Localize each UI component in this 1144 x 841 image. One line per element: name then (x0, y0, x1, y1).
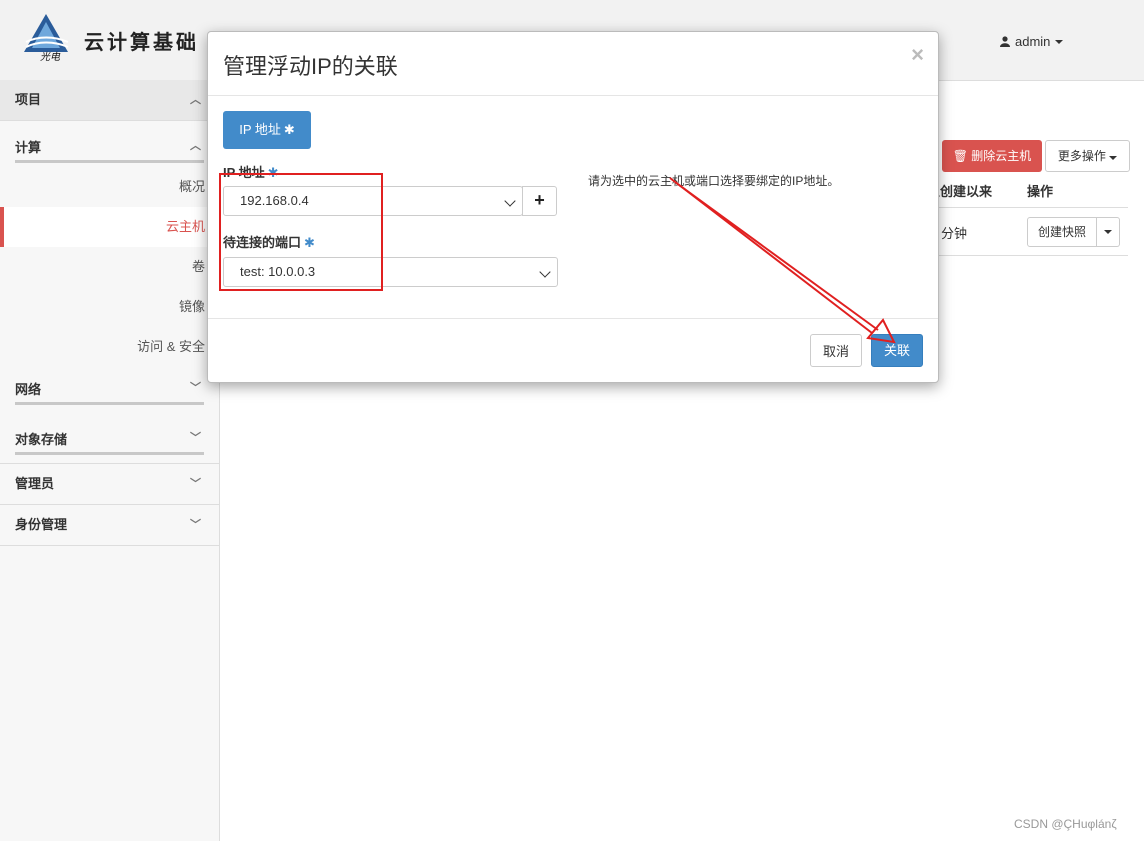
watermark: CSDN @ÇHuφlánζ (1014, 817, 1117, 831)
allocate-ip-plus-button[interactable]: + (522, 186, 557, 216)
svg-text:光电: 光电 (40, 51, 61, 62)
sidebar-item-instances[interactable]: 云主机 (0, 207, 219, 247)
user-icon (1000, 36, 1010, 47)
actions-dropdown-toggle[interactable] (1097, 217, 1121, 247)
divider (15, 402, 204, 405)
sidebar-section-label: 身份管理 (15, 517, 68, 532)
close-icon[interactable]: × (911, 42, 924, 68)
snapshot-button-group: 创建快照 (1027, 217, 1121, 247)
sidebar-item-overview[interactable]: 概况 (0, 167, 219, 207)
create-snapshot-button[interactable]: 创建快照 (1027, 217, 1098, 247)
ip-address-value: 192.168.0.4 (240, 193, 309, 208)
required-icon: ✱ (304, 235, 315, 250)
ip-address-label: IP 地址 ✱ (223, 162, 279, 181)
delete-instance-label: 删除云主机 (971, 149, 1032, 163)
sidebar-section-admin[interactable]: 管理员 ﹀ (0, 463, 219, 505)
user-name: admin (1015, 34, 1051, 49)
ip-address-select[interactable]: 192.168.0.4 (223, 186, 523, 216)
ip-address-label-text: IP 地址 (223, 165, 265, 180)
chevron-down-icon (1104, 230, 1113, 234)
chevron-down-icon (539, 266, 551, 278)
table-cell-created: 分钟 (941, 226, 968, 241)
sidebar-section-label: 项目 (15, 92, 42, 107)
sidebar-section-label: 对象存储 (15, 432, 68, 447)
port-label-text: 待连接的端口 (223, 235, 302, 250)
sidebar-section-label: 计算 (15, 140, 42, 155)
chevron-down-icon (1109, 156, 1118, 160)
chevron-down-icon: ﹀ (190, 432, 201, 444)
modal-header-divider (208, 95, 938, 96)
divider (15, 452, 204, 455)
sidebar-section-label: 网络 (15, 382, 42, 397)
sidebar-item-label: 卷 (191, 259, 205, 274)
table-divider (937, 255, 1128, 256)
sidebar-section-identity[interactable]: 身份管理 ﹀ (0, 505, 219, 546)
column-header-actions: 操作 (1027, 184, 1054, 199)
associate-floating-ip-modal: 管理浮动IP的关联 × IP 地址 ✱ IP 地址 ✱ 192.168.0.4 + … (207, 31, 939, 383)
sidebar-item-label: 镜像 (178, 299, 205, 314)
sidebar-item-volumes[interactable]: 卷 (0, 247, 219, 287)
required-icon: ✱ (283, 122, 295, 137)
trash-icon: 🗑 (952, 149, 968, 163)
sidebar-section-label: 管理员 (15, 476, 55, 491)
app-title: 云计算基础 (84, 30, 199, 54)
sidebar-section-network[interactable]: 网络 ﹀ (0, 367, 219, 413)
chevron-down-icon (1055, 39, 1064, 44)
chevron-down-icon: ﹀ (190, 382, 201, 394)
modal-footer-divider (208, 318, 938, 319)
sidebar-item-images[interactable]: 镜像 (0, 287, 219, 327)
port-value: test: 10.0.0.3 (240, 264, 316, 279)
sidebar-item-label: 概况 (178, 179, 205, 194)
chevron-down-icon: ﹀ (190, 519, 201, 531)
port-select[interactable]: test: 10.0.0.3 (223, 257, 558, 287)
help-text: 请为选中的云主机或端口选择要绑定的IP地址。 (588, 174, 840, 188)
modal-title: 管理浮动IP的关联 (223, 54, 398, 79)
tab-label: IP 地址 (239, 122, 281, 137)
sidebar-item-label: 访问 & 安全 (137, 339, 205, 354)
cancel-button[interactable]: 取消 (810, 334, 862, 367)
sidebar-item-label: 云主机 (165, 219, 205, 234)
sidebar: 项目 ︿ 计算 ︿ 概况 云主机 卷 镜像 访问 & 安全 网络 ﹀ 对象存储 … (0, 80, 220, 841)
more-actions-label: 更多操作 (1057, 149, 1106, 163)
sidebar-section-object-storage[interactable]: 对象存储 ﹀ (0, 413, 219, 463)
sidebar-item-access-security[interactable]: 访问 & 安全 (0, 327, 219, 367)
sidebar-section-compute[interactable]: 计算 ︿ (0, 121, 219, 167)
chevron-up-icon: ︿ (190, 140, 201, 152)
associate-button[interactable]: 关联 (871, 334, 923, 367)
tab-ip-address[interactable]: IP 地址 ✱ (223, 111, 311, 149)
more-actions-button[interactable]: 更多操作 (1045, 140, 1130, 172)
sidebar-section-project[interactable]: 项目 ︿ (0, 80, 219, 121)
user-menu[interactable]: admin (1000, 34, 1064, 49)
logo-icon: 光电 (24, 14, 69, 62)
divider (15, 160, 204, 163)
chevron-down-icon (504, 195, 516, 207)
chevron-up-icon: ︿ (190, 94, 201, 106)
port-label: 待连接的端口 ✱ (223, 232, 315, 251)
table-divider (937, 207, 1128, 208)
required-icon: ✱ (267, 165, 279, 180)
chevron-down-icon: ﹀ (190, 478, 201, 490)
delete-instance-button[interactable]: 🗑 删除云主机 (942, 140, 1042, 172)
